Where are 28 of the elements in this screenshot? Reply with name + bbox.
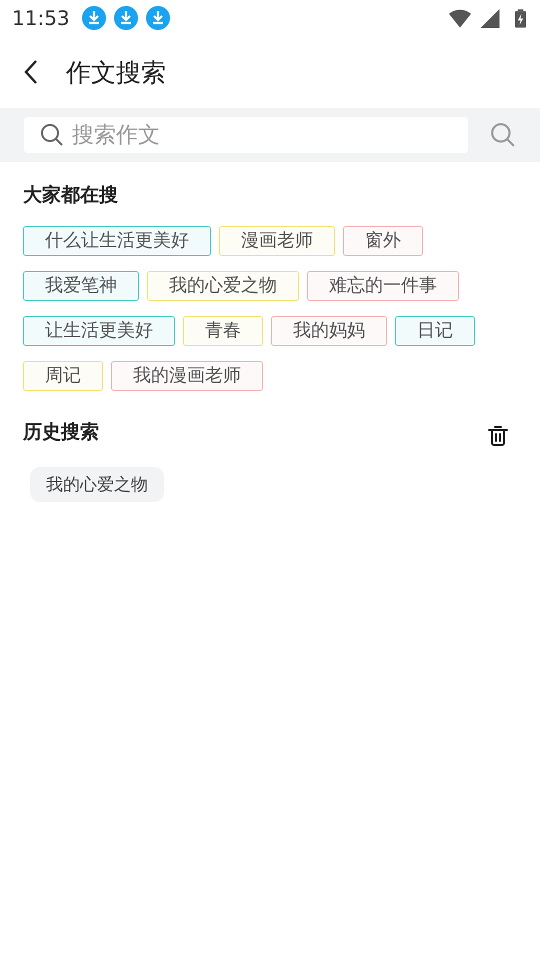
- search-tag[interactable]: 难忘的一件事: [307, 271, 459, 301]
- search-tag[interactable]: 我的心爱之物: [147, 271, 299, 301]
- search-tag[interactable]: 青春: [183, 316, 263, 346]
- status-time: 11:53: [12, 6, 70, 30]
- battery-icon: [515, 8, 526, 28]
- search-tag[interactable]: 我爱笔神: [23, 271, 139, 301]
- search-icon: [40, 123, 64, 147]
- search-tag[interactable]: 周记: [23, 361, 103, 391]
- back-icon[interactable]: [24, 59, 38, 85]
- download-icon: [114, 6, 138, 30]
- search-field[interactable]: 搜索作文: [24, 117, 468, 153]
- search-tag[interactable]: 日记: [395, 316, 475, 346]
- download-icon: [146, 6, 170, 30]
- search-tag[interactable]: 我的妈妈: [271, 316, 387, 346]
- trash-icon[interactable]: [488, 425, 508, 447]
- history-chip[interactable]: 我的心爱之物: [30, 467, 164, 502]
- section-title: 大家都在搜: [23, 183, 119, 208]
- search-tag[interactable]: 我的漫画老师: [111, 361, 263, 391]
- download-icon: [82, 6, 106, 30]
- search-tag[interactable]: 让生活更美好: [23, 316, 175, 346]
- section-title: 历史搜索: [23, 420, 99, 445]
- search-tag[interactable]: 什么让生活更美好: [23, 226, 211, 256]
- page-title: 作文搜索: [66, 56, 166, 88]
- search-icon[interactable]: [490, 122, 516, 148]
- search-tag[interactable]: 窗外: [343, 226, 423, 256]
- wifi-icon: [449, 8, 471, 28]
- signal-icon: [479, 8, 501, 28]
- search-tag[interactable]: 漫画老师: [219, 226, 335, 256]
